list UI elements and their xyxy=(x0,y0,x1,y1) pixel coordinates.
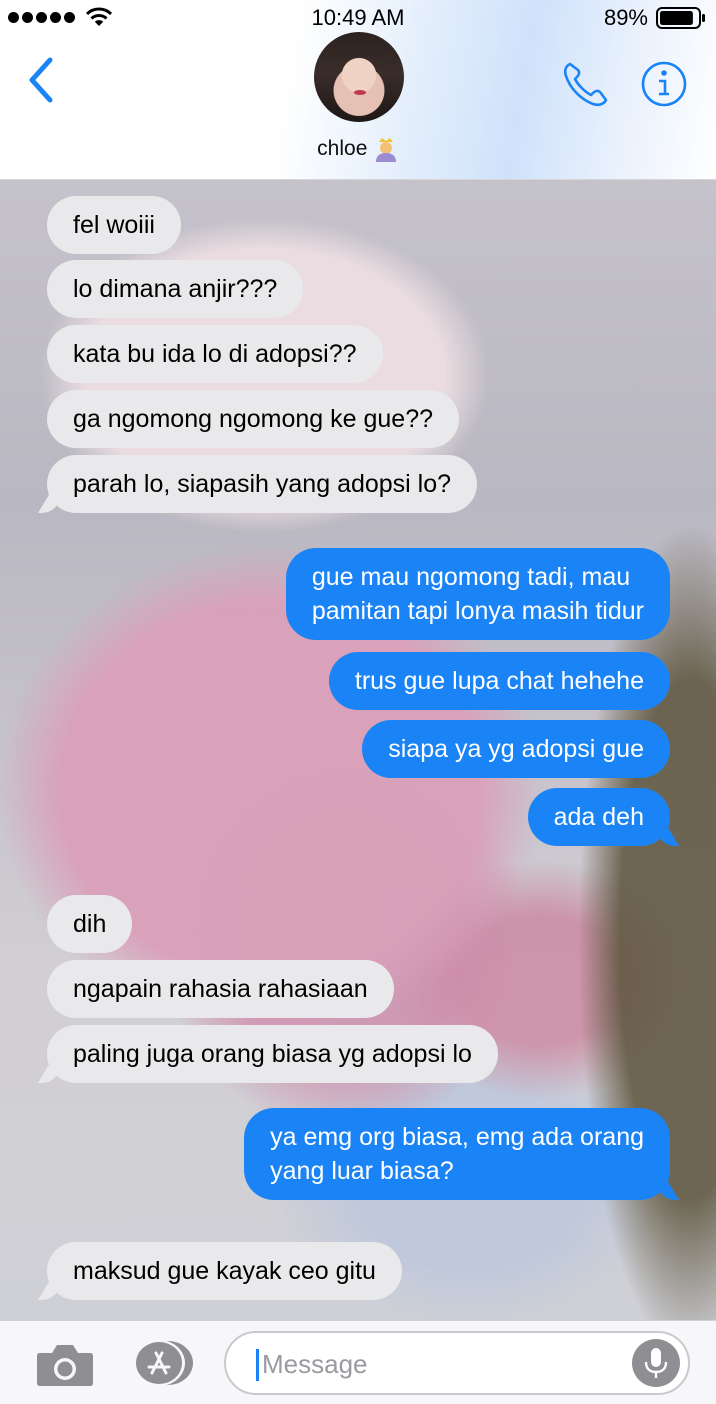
incoming-message-bubble[interactable]: ga ngomong ngomong ke gue?? xyxy=(47,390,460,448)
incoming-message-bubble[interactable]: paling juga orang biasa yg adopsi lo xyxy=(47,1025,498,1083)
outgoing-message-bubble[interactable]: ada deh xyxy=(527,788,670,846)
message-text: siapa ya yg adopsi gue xyxy=(388,735,644,763)
contact-name-button[interactable]: chloe xyxy=(0,136,716,162)
outgoing-message-bubble[interactable]: trus gue lupa chat hehehe xyxy=(328,652,670,710)
incoming-message-bubble[interactable]: lo dimana anjir??? xyxy=(47,260,304,318)
battery-percentage: 89% xyxy=(603,5,648,30)
message-text-line: pamitan tapi lonya masih tidur xyxy=(311,597,644,625)
camera-icon[interactable] xyxy=(36,1341,94,1387)
message-list[interactable]: fel woiii lo dimana anjir??? kata bu ida l… xyxy=(0,180,716,1320)
outgoing-message-bubble[interactable]: ya emg org biasa, emg ada orang yang luar… xyxy=(244,1108,670,1200)
person-with-crown-emoji-icon xyxy=(375,138,396,162)
message-text: ada deh xyxy=(553,803,644,831)
message-text: kata bu ida lo di adopsi?? xyxy=(73,340,357,368)
outgoing-message-bubble[interactable]: siapa ya yg adopsi gue xyxy=(362,720,670,778)
message-text: parah lo, siapasih yang adopsi lo? xyxy=(73,470,452,498)
incoming-message-bubble[interactable]: fel woiii xyxy=(47,196,181,254)
outgoing-message-bubble[interactable]: gue mau ngomong tadi, mau pamitan tapi lo… xyxy=(285,548,670,640)
message-text-line: ya emg org biasa, emg ada orang xyxy=(270,1123,644,1151)
incoming-message-bubble[interactable]: ngapain rahasia rahasiaan xyxy=(47,960,394,1018)
contact-name: chloe xyxy=(317,137,368,160)
battery-icon xyxy=(656,7,705,29)
message-text: maksud gue kayak ceo gitu xyxy=(73,1257,376,1285)
back-chevron-icon[interactable] xyxy=(22,54,62,106)
message-text: ga ngomong ngomong ke gue?? xyxy=(73,405,434,433)
conversation-header: 10:49 AM 89% chloe xyxy=(0,0,716,180)
message-input[interactable] xyxy=(262,1343,622,1385)
info-icon[interactable] xyxy=(640,60,688,108)
incoming-message-bubble[interactable]: parah lo, siapasih yang adopsi lo? xyxy=(47,455,478,513)
avatar[interactable] xyxy=(314,32,404,122)
message-text: paling juga orang biasa yg adopsi lo xyxy=(73,1040,472,1068)
message-text: lo dimana anjir??? xyxy=(73,275,278,303)
message-field[interactable] xyxy=(224,1331,690,1395)
incoming-message-bubble[interactable]: maksud gue kayak ceo gitu xyxy=(47,1242,402,1300)
message-text: dih xyxy=(73,910,107,938)
compose-bar xyxy=(0,1320,716,1404)
message-text: ngapain rahasia rahasiaan xyxy=(73,975,368,1003)
status-bar: 10:49 AM 89% xyxy=(0,0,716,36)
phone-icon[interactable] xyxy=(560,58,612,110)
microphone-icon[interactable] xyxy=(632,1339,680,1387)
incoming-message-bubble[interactable]: dih xyxy=(47,895,133,953)
text-caret xyxy=(256,1349,259,1381)
incoming-message-bubble[interactable]: kata bu ida lo di adopsi?? xyxy=(47,325,383,383)
message-text: trus gue lupa chat hehehe xyxy=(354,667,644,695)
message-text: fel woiii xyxy=(73,211,155,239)
app-store-icon[interactable] xyxy=(128,1339,198,1387)
message-text-line: gue mau ngomong tadi, mau xyxy=(311,563,631,591)
message-text-line: yang luar biasa? xyxy=(270,1157,454,1185)
